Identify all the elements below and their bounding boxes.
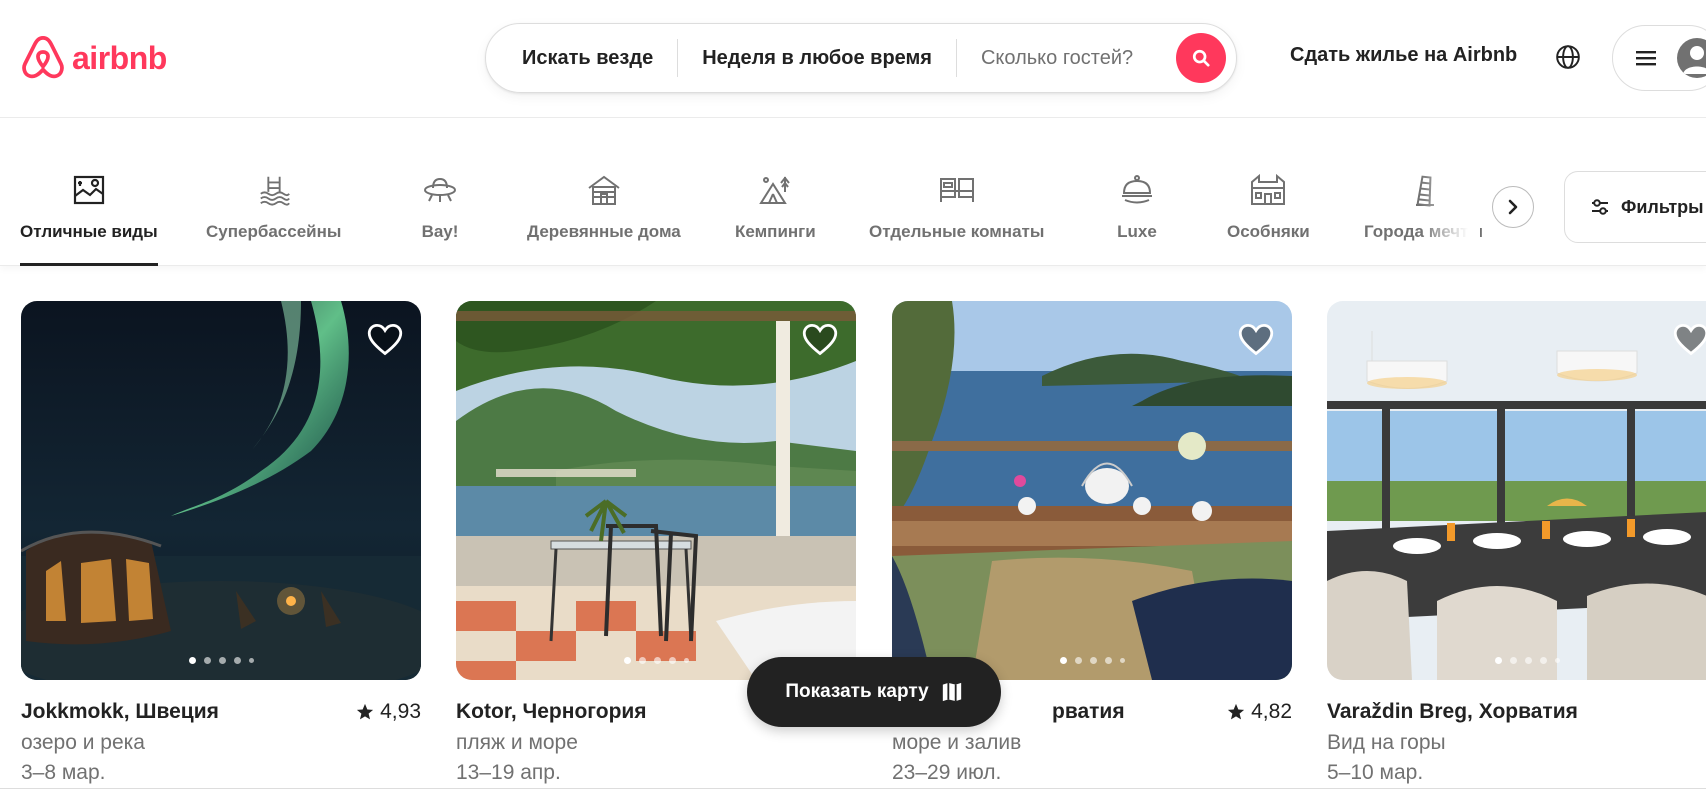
category-luxe[interactable]: Luxe	[1117, 170, 1157, 266]
private-room-icon	[937, 170, 977, 210]
listing-dates: 23–29 июл.	[892, 761, 1002, 784]
listing-photo[interactable]	[892, 301, 1292, 680]
listing-photo[interactable]	[21, 301, 421, 680]
category-next-button[interactable]	[1492, 186, 1534, 228]
category-label: Отдельные комнаты	[869, 222, 1045, 241]
show-map-button[interactable]: Показать карту	[747, 657, 1001, 727]
heart-icon[interactable]	[1673, 323, 1706, 357]
category-label: Luxe	[1117, 222, 1157, 241]
category-bar: Отличные виды Супербассейны Вау! Деревян…	[0, 118, 1706, 266]
listing-card[interactable]: Varaždin Breg, Хорватия Вид на горы 5–10…	[1327, 301, 1706, 785]
search-bar[interactable]: Искать везде Неделя в любое время Скольк…	[485, 23, 1237, 93]
category-label: Отличные виды	[20, 222, 158, 241]
chevron-right-icon	[1508, 199, 1518, 215]
search-guests-button[interactable]: Сколько гостей?	[957, 38, 1157, 78]
star-icon	[1228, 703, 1245, 720]
heart-icon[interactable]	[367, 323, 403, 357]
category-label: Вау!	[421, 222, 459, 241]
rating-value: 4,93	[380, 700, 421, 723]
globe-icon[interactable]	[1555, 44, 1581, 70]
star-icon	[357, 703, 374, 720]
listing-location: Varaždin Breg, Хорватия	[1327, 700, 1578, 723]
listing-dates: 3–8 мар.	[21, 761, 106, 784]
airbnb-logo-icon	[22, 36, 64, 79]
listing-location: Kotor, Черногория	[456, 700, 647, 723]
category-label: Особняки	[1227, 222, 1310, 241]
filters-label: Фильтры	[1621, 196, 1704, 217]
category-camping[interactable]: Кемпинги	[735, 170, 816, 266]
photo-pagination	[21, 657, 421, 664]
brand-name: airbnb	[72, 39, 167, 76]
heart-icon[interactable]	[802, 323, 838, 357]
user-icon	[1683, 46, 1706, 74]
map-view-icon	[69, 170, 109, 210]
map-icon	[942, 682, 961, 702]
category-private-rooms[interactable]: Отдельные комнаты	[869, 170, 1044, 266]
listing-photo[interactable]	[1327, 301, 1706, 680]
airbnb-logo[interactable]: airbnb	[20, 33, 167, 83]
cabin-icon	[584, 170, 624, 210]
luxe-cloche-icon	[1117, 170, 1157, 210]
category-pools[interactable]: Супербассейны	[206, 170, 341, 266]
category-views[interactable]: Отличные виды	[20, 170, 158, 266]
sliders-icon	[1592, 199, 1608, 215]
category-wow[interactable]: Вау!	[420, 170, 460, 266]
search-when-button[interactable]: Неделя в любое время	[678, 38, 956, 78]
listing-photo[interactable]	[456, 301, 856, 680]
listing-location: Jokkmokk, Швеция	[21, 700, 219, 723]
listing-rating: 4,82	[1227, 700, 1292, 724]
balcony-bay-image	[892, 301, 1292, 680]
listing-subtitle: пляж и море	[456, 731, 578, 754]
category-label: Деревянные дома	[527, 222, 681, 241]
dining-room-image	[1327, 301, 1706, 680]
search-icon	[1192, 49, 1210, 67]
category-cabins[interactable]: Деревянные дома	[527, 170, 681, 266]
rating-value: 4,82	[1251, 700, 1292, 723]
category-fade	[1420, 158, 1480, 258]
listing-rating: 4,93	[356, 700, 421, 724]
filters-button[interactable]: Фильтры	[1564, 171, 1706, 243]
listing-subtitle: море и залив	[892, 731, 1022, 754]
category-mansions[interactable]: Особняки	[1227, 170, 1310, 266]
search-submit-button[interactable]	[1176, 33, 1226, 83]
mansion-icon	[1248, 170, 1288, 210]
terrace-sea-image	[456, 301, 856, 680]
host-link[interactable]: Сдать жилье на Airbnb	[1290, 44, 1517, 67]
footer-border	[0, 788, 1706, 794]
search-where-button[interactable]: Искать везде	[486, 38, 677, 78]
camping-icon	[755, 170, 795, 210]
ufo-icon	[420, 170, 460, 210]
aurora-night-image	[21, 301, 421, 680]
header: airbnb Искать везде Неделя в любое время…	[0, 0, 1706, 118]
category-label: Супербассейны	[206, 222, 342, 241]
user-menu-button[interactable]	[1612, 25, 1706, 91]
pool-icon	[254, 170, 294, 210]
listing-subtitle: Вид на горы	[1327, 731, 1446, 754]
listing-dates: 13–19 апр.	[456, 761, 561, 784]
show-map-label: Показать карту	[785, 681, 929, 702]
listing-dates: 5–10 мар.	[1327, 761, 1424, 784]
photo-pagination	[1327, 657, 1706, 664]
category-label: Кемпинги	[735, 222, 816, 241]
avatar	[1677, 38, 1706, 78]
heart-icon[interactable]	[1238, 323, 1274, 357]
menu-icon	[1636, 51, 1656, 66]
listing-card[interactable]: Jokkmokk, Швеция 4,93 озеро и река 3–8 м…	[21, 301, 421, 785]
listing-subtitle: озеро и река	[21, 731, 145, 754]
